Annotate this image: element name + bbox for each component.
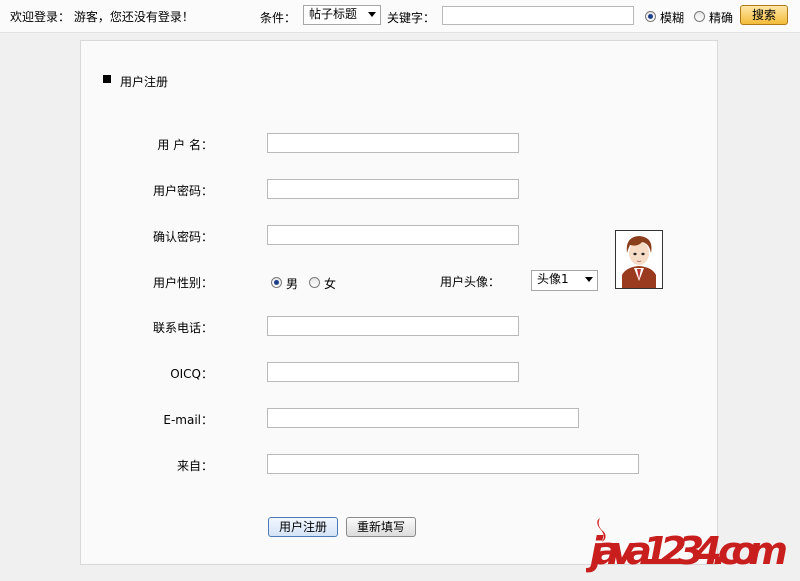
gender-female-label: 女 — [324, 277, 337, 291]
exact-radio[interactable] — [694, 11, 705, 22]
password-label: 用户密码： — [152, 184, 213, 198]
chevron-down-icon — [364, 6, 380, 22]
avatar-preview-image — [615, 230, 663, 289]
exact-label: 精确 — [709, 11, 734, 25]
keyword-input[interactable] — [442, 6, 634, 25]
registration-panel — [80, 40, 718, 565]
username-input[interactable] — [267, 133, 519, 153]
watermark-text: java1234.com — [586, 529, 788, 573]
gender-female-radio[interactable] — [309, 277, 320, 288]
gender-male-label: 男 — [286, 277, 299, 291]
avatar-label: 用户头像： — [439, 275, 500, 289]
confirm-password-label: 确认密码： — [152, 230, 213, 244]
java1234-watermark-logo: java1234.com — [586, 518, 788, 573]
username-label: 用 户 名： — [157, 138, 213, 152]
password-input[interactable] — [267, 179, 519, 199]
search-button[interactable]: 搜索 — [740, 5, 788, 25]
square-bullet-icon — [103, 75, 111, 83]
avatar-select[interactable]: 头像1 — [531, 270, 598, 291]
email-label: E-mail： — [163, 413, 213, 427]
fuzzy-label: 模糊 — [660, 11, 685, 25]
condition-select-value: 帖子标题 — [309, 7, 358, 21]
condition-select[interactable]: 帖子标题 — [303, 5, 381, 25]
phone-input[interactable] — [267, 316, 519, 336]
from-input[interactable] — [267, 454, 639, 474]
phone-label: 联系电话： — [152, 321, 213, 335]
gender-male-radio[interactable] — [271, 277, 282, 288]
oicq-input[interactable] — [267, 362, 519, 382]
oicq-label: OICQ： — [170, 367, 213, 381]
welcome-text: 欢迎登录： 游客，您还没有登录！ — [10, 10, 194, 24]
fuzzy-radio[interactable] — [645, 11, 656, 22]
email-input[interactable] — [267, 408, 579, 428]
condition-label: 条件： — [260, 11, 297, 25]
section-title: 用户注册 — [120, 75, 169, 89]
confirm-password-input[interactable] — [267, 225, 519, 245]
from-label: 来自： — [176, 459, 213, 473]
reset-button[interactable]: 重新填写 — [346, 517, 416, 537]
register-button[interactable]: 用户注册 — [268, 517, 338, 537]
gender-label: 用户性别： — [152, 276, 213, 290]
avatar-select-value: 头像1 — [537, 272, 569, 286]
top-search-bar: 欢迎登录： 游客，您还没有登录！ 条件： 帖子标题 关键字： 模糊 精确 搜索 — [0, 0, 800, 33]
keyword-label: 关键字： — [387, 11, 436, 25]
chevron-down-icon — [581, 271, 597, 287]
